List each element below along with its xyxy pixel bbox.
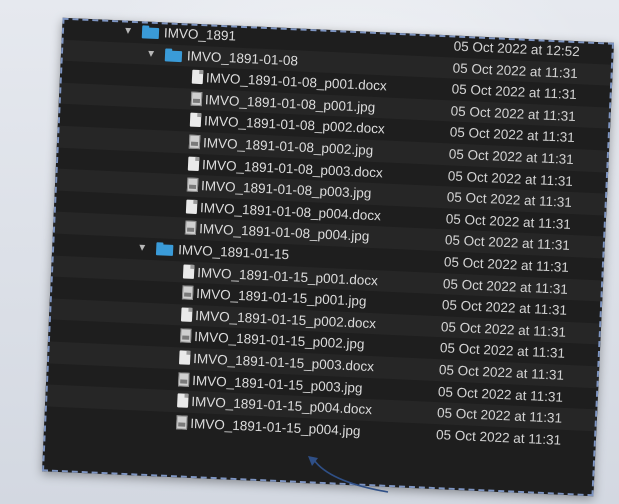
finder-file-list: ▼ IMVO_1891 05 Oct 2022 at 12:52 ▼ IMVO_1891… (41, 17, 615, 497)
document-icon (182, 263, 195, 279)
document-icon (180, 307, 193, 322)
image-file-icon (181, 285, 194, 301)
folder-icon (141, 27, 160, 40)
image-file-icon (188, 134, 201, 150)
image-file-icon (184, 220, 197, 236)
document-icon (189, 112, 202, 128)
arrow-head-icon (308, 456, 318, 466)
image-file-icon (178, 371, 190, 387)
arrow-curve (313, 459, 389, 493)
image-file-icon (190, 91, 203, 106)
annotation-arrow (308, 456, 389, 493)
document-icon (177, 393, 189, 408)
image-file-icon (186, 177, 199, 193)
disclosure-triangle-down-icon[interactable]: ▼ (122, 20, 135, 42)
file-rows: ▼ IMVO_1891 05 Oct 2022 at 12:52 ▼ IMVO_1891… (44, 18, 614, 453)
document-icon (185, 199, 198, 214)
image-file-icon (176, 414, 188, 430)
image-file-icon (179, 328, 192, 344)
item-date-modified: 05 Oct 2022 at 11:31 (435, 426, 562, 448)
document-icon (178, 350, 191, 365)
document-icon (187, 156, 200, 171)
folder-icon (164, 49, 183, 62)
folder-icon (155, 244, 174, 256)
disclosure-triangle-down-icon[interactable]: ▼ (136, 237, 149, 259)
disclosure-triangle-down-icon[interactable]: ▼ (145, 43, 158, 65)
document-icon (191, 69, 204, 85)
